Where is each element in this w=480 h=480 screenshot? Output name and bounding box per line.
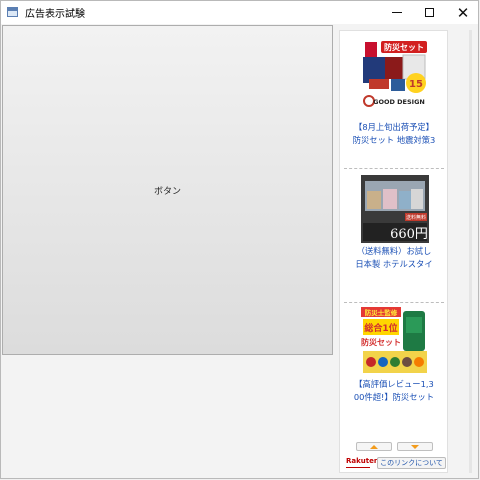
- arrow-up-icon: [370, 444, 378, 449]
- main-button[interactable]: ボタン: [2, 25, 333, 355]
- minimize-icon: [392, 12, 402, 13]
- ad3-banner-text: 防災士監修: [365, 308, 398, 317]
- ad3-product-text: 防災セット: [361, 337, 401, 347]
- minimize-button[interactable]: [381, 1, 413, 24]
- arrow-down-icon: [411, 444, 419, 449]
- rakuten-logo-underline: [346, 467, 370, 468]
- ad-link-text-1a[interactable]: 【8月上旬出荷予定】: [344, 121, 444, 134]
- ad-link-text-1b[interactable]: 防災セット 地震対策3: [344, 134, 444, 147]
- ad-prev-button[interactable]: [356, 442, 392, 451]
- rakuten-logo[interactable]: Rakuten: [346, 457, 379, 465]
- ad1-badge-text: 防災セット: [384, 42, 424, 52]
- ad-divider: [344, 302, 444, 303]
- app-window: 広告表示試験 ✕ ボタン 防災セット 15 GOOD DESIGN 【8月上旬出…: [0, 0, 479, 479]
- ad-image-3[interactable]: 防災士監修 総合1位 防災セット: [361, 307, 429, 375]
- close-button[interactable]: ✕: [447, 1, 479, 24]
- ad-link-text-3a[interactable]: 【高評価レビュー1,3: [344, 378, 444, 391]
- about-link-button[interactable]: このリンクについて: [377, 457, 446, 469]
- maximize-icon: [424, 8, 434, 17]
- ad-divider: [344, 168, 444, 169]
- ad2-corner-text: 送料無料: [406, 214, 426, 221]
- ad-link-text-2b[interactable]: 日本製 ホテルスタイ: [344, 258, 444, 271]
- ad-image-2[interactable]: 送料無料 660円: [361, 175, 429, 243]
- maximize-button[interactable]: [413, 1, 445, 24]
- ad-next-button[interactable]: [397, 442, 433, 451]
- ad-panel: 防災セット 15 GOOD DESIGN 【8月上旬出荷予定】 防災セット 地震…: [339, 30, 448, 473]
- window-title: 広告表示試験: [25, 9, 85, 20]
- close-icon: ✕: [456, 3, 470, 22]
- ad-link-text-2a[interactable]: （送料無料）お試し: [344, 245, 444, 258]
- ad2-price-text: 660円: [390, 227, 428, 242]
- ad-image-1[interactable]: 防災セット 15 GOOD DESIGN: [361, 39, 429, 107]
- main-button-label: ボタン: [153, 186, 181, 197]
- title-bar: 広告表示試験 ✕: [1, 1, 478, 24]
- ad1-number-text: 15: [409, 79, 423, 90]
- vertical-scrollbar[interactable]: [469, 30, 472, 473]
- ad1-mark-text: GOOD DESIGN: [373, 98, 425, 106]
- window-icon: [7, 7, 18, 17]
- ad3-rank-text: 総合1位: [364, 322, 397, 334]
- ad-link-text-3b[interactable]: 00件超!】防災セット: [344, 391, 444, 404]
